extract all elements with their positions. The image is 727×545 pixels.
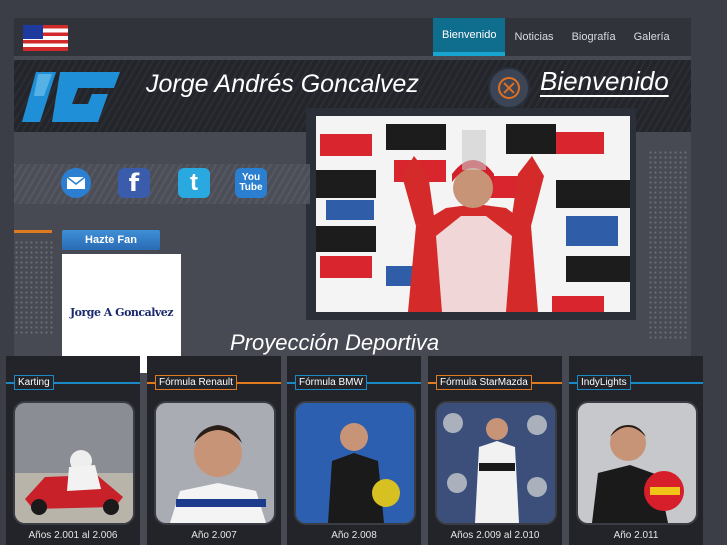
nav-bienvenido[interactable]: Bienvenido bbox=[433, 18, 506, 56]
career-photo bbox=[294, 401, 416, 525]
career-years: Años 2.009 al 2.010 bbox=[450, 530, 540, 541]
career-photo bbox=[435, 401, 557, 525]
career-card-formula-renault[interactable]: Fórmula Renault Año 2.007 bbox=[147, 356, 281, 545]
driver-photo bbox=[316, 116, 630, 312]
career-photo bbox=[13, 401, 135, 525]
fan-box-logo-text: Jorge A Goncalvez bbox=[69, 306, 174, 319]
us-flag-icon[interactable] bbox=[23, 25, 68, 51]
career-label: Fórmula BMW bbox=[295, 375, 367, 390]
dot-pattern bbox=[648, 150, 688, 340]
nav-noticias[interactable]: Noticias bbox=[505, 18, 562, 56]
career-years: Año 2.008 bbox=[331, 530, 377, 541]
career-label: Karting bbox=[14, 375, 54, 390]
email-icon[interactable] bbox=[61, 168, 91, 198]
career-card-formula-starmazda[interactable]: Fórmula StarMazda Años 2.009 al 2.010 bbox=[428, 356, 562, 545]
career-years: Año 2.011 bbox=[613, 530, 659, 541]
career-years: Año 2.007 bbox=[191, 530, 237, 541]
career-photo bbox=[576, 401, 698, 525]
nav-biografia[interactable]: Biografía bbox=[563, 18, 625, 56]
close-circle-icon bbox=[488, 67, 530, 109]
career-label: Fórmula StarMazda bbox=[436, 375, 532, 390]
site-owner-name: Jorge Andrés Goncalvez bbox=[146, 70, 419, 98]
page-heading: Bienvenido bbox=[540, 66, 669, 96]
section-title: Proyección Deportiva bbox=[230, 330, 440, 355]
twitter-icon[interactable]: t bbox=[178, 168, 210, 198]
facebook-icon[interactable]: f bbox=[118, 168, 150, 198]
career-card-indylights[interactable]: IndyLights Año 2.011 bbox=[569, 356, 703, 545]
career-card-formula-bmw[interactable]: Fórmula BMW Año 2.008 bbox=[287, 356, 421, 545]
career-card-karting[interactable]: Karting Años 2.001 al 2.006 bbox=[6, 356, 140, 545]
nav-galeria[interactable]: Galería bbox=[625, 18, 679, 56]
career-label: Fórmula Renault bbox=[155, 375, 237, 390]
youtube-icon[interactable]: You Tube bbox=[235, 168, 267, 198]
logo-icon[interactable] bbox=[22, 64, 122, 126]
career-years: Años 2.001 al 2.006 bbox=[28, 530, 118, 541]
youtube-label: You Tube bbox=[239, 172, 263, 193]
hazte-fan-button[interactable]: Hazte Fan bbox=[62, 230, 160, 250]
main-nav: Bienvenido Noticias Biografía Galería bbox=[433, 18, 679, 56]
career-label: IndyLights bbox=[577, 375, 631, 390]
dot-pattern bbox=[14, 240, 54, 335]
divider bbox=[14, 230, 52, 233]
career-photo bbox=[154, 401, 276, 525]
